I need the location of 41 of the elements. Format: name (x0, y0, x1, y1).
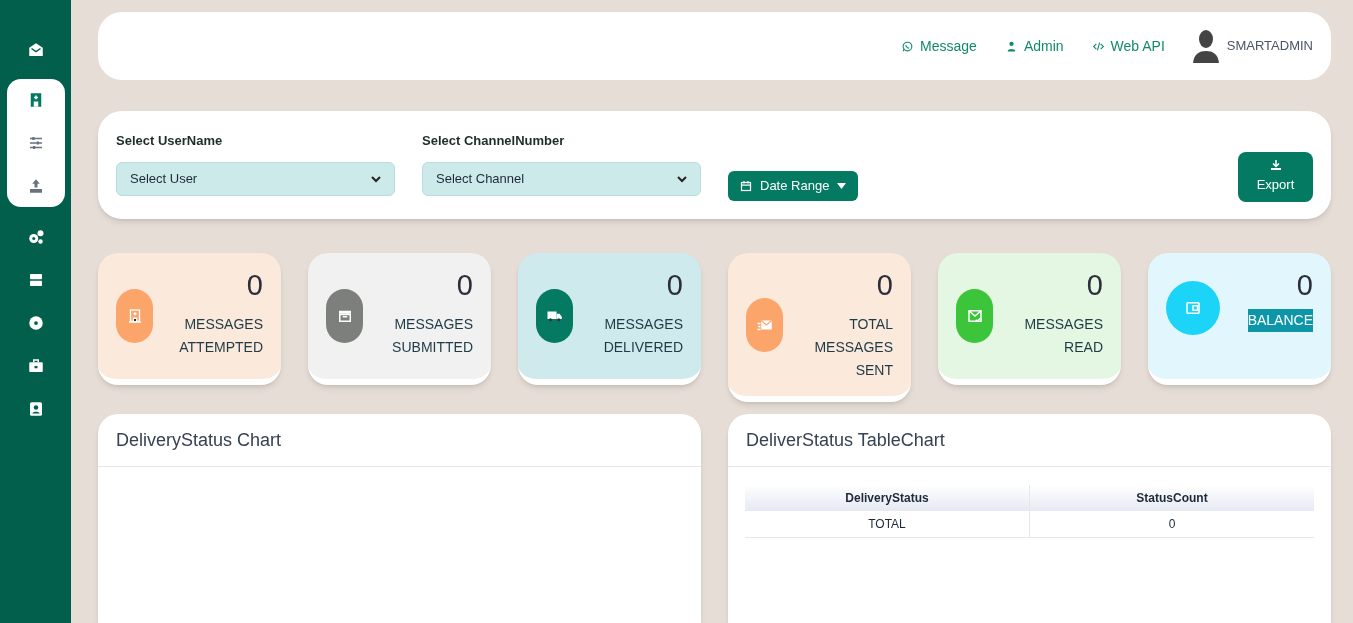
column-header: DeliveryStatus (745, 485, 1030, 511)
stat-label: MESSAGES ATTEMPTED (178, 315, 263, 357)
envelope-check-icon (965, 307, 984, 325)
stat-value: 0 (666, 268, 683, 303)
chat-icon (901, 39, 915, 53)
user-name[interactable]: SMARTADMIN (1226, 36, 1313, 56)
sidebar-group[interactable] (6, 79, 65, 207)
nav-icon (26, 356, 45, 375)
stat-value: 0 (1296, 268, 1313, 303)
chevron-icon (677, 173, 687, 184)
table-cell: 0 (1029, 511, 1314, 537)
column-header: StatusCount (1029, 485, 1314, 511)
export-button[interactable]: Export (1238, 152, 1313, 202)
avatar-silhouette (1192, 29, 1219, 63)
select-field[interactable]: Select Channel (422, 161, 701, 196)
panel-title: DeliverStatus TableChart (746, 428, 945, 452)
date-range-button[interactable]: Date Range (728, 171, 859, 201)
wallet-icon (1184, 299, 1202, 317)
stat-value: 0 (1086, 268, 1103, 303)
stat-label: BALANCE (1247, 309, 1313, 332)
field-label: Select ChannelNumber (422, 132, 566, 150)
field-label: Select UserName (116, 132, 224, 150)
header-link[interactable]: Admin (1004, 35, 1064, 57)
header-link[interactable]: Message (901, 35, 977, 57)
stat-label: MESSAGES READ (1023, 315, 1103, 357)
stat-label: TOTAL MESSAGES SENT (813, 315, 893, 380)
stat-value: 0 (876, 268, 893, 303)
table-cell: TOTAL (745, 511, 1030, 537)
chevron-icon (371, 173, 381, 184)
download-icon (1269, 159, 1282, 172)
nav-icon (26, 227, 45, 246)
stat-label: MESSAGES SUBMITTED (391, 315, 473, 357)
calendar-icon (740, 180, 752, 192)
nav-icon (26, 313, 45, 332)
header-link[interactable]: Web API (1091, 35, 1165, 57)
select-field[interactable]: Select User (116, 161, 395, 196)
panel-title: DeliveryStatus Chart (116, 428, 282, 452)
stat-value: 0 (456, 268, 473, 303)
stat-label: MESSAGES DELIVERED (602, 315, 683, 357)
caret-icon (837, 183, 847, 189)
stat-value: 0 (246, 268, 263, 303)
